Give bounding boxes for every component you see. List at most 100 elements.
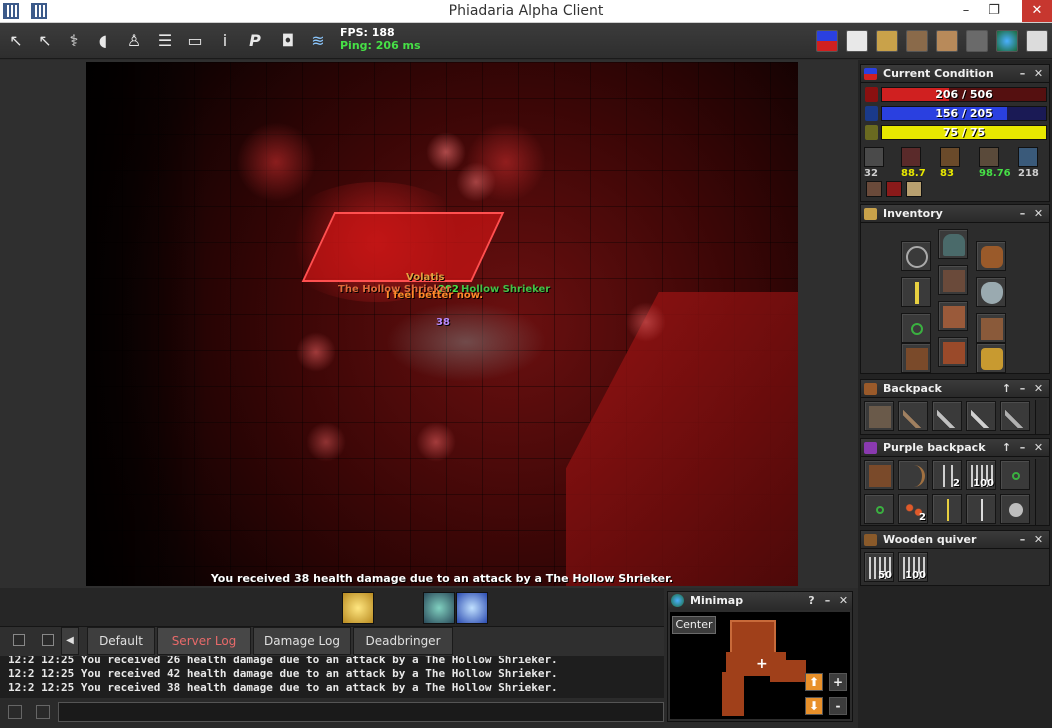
- floor-up-button[interactable]: ⬆: [805, 673, 823, 691]
- close-panel-button[interactable]: ✕: [1032, 382, 1045, 395]
- purple-slot-6[interactable]: [864, 494, 894, 524]
- inventory-header[interactable]: Inventory – ✕: [861, 205, 1049, 223]
- close-panel-button[interactable]: ✕: [1032, 67, 1045, 80]
- gloves-slot[interactable]: [976, 313, 1006, 343]
- ammo-slot[interactable]: [976, 343, 1006, 373]
- close-panel-button[interactable]: ✕: [1032, 207, 1045, 220]
- options-icon[interactable]: [966, 30, 988, 52]
- minimize-panel-button[interactable]: –: [821, 594, 834, 607]
- purple-slot-2[interactable]: [898, 460, 928, 490]
- world-icon[interactable]: [996, 30, 1018, 52]
- minimize-panel-button[interactable]: –: [1016, 441, 1029, 454]
- creature-sprite[interactable]: [416, 422, 456, 462]
- bag-slot[interactable]: [901, 343, 931, 373]
- spell-slot-3[interactable]: [456, 592, 488, 624]
- character-icon[interactable]: ♙: [124, 31, 144, 51]
- close-button[interactable]: ✕: [1022, 0, 1052, 22]
- arrow-cursor-alt-icon[interactable]: ↖: [35, 31, 55, 51]
- backpack-slot-4[interactable]: [966, 401, 996, 431]
- tab-default[interactable]: Default: [87, 627, 155, 655]
- creature-sprite[interactable]: [306, 422, 346, 462]
- parent-container-button[interactable]: ↑: [1000, 441, 1013, 454]
- ring-slot[interactable]: [901, 313, 931, 343]
- maximize-button[interactable]: ❐: [980, 0, 1008, 22]
- parent-container-button[interactable]: ↑: [1000, 382, 1013, 395]
- purple-backpack-scrollbar[interactable]: [1035, 459, 1047, 525]
- helmet-slot[interactable]: [938, 229, 968, 259]
- backpack-slot-3[interactable]: [932, 401, 962, 431]
- chat-volume-icon[interactable]: [8, 705, 22, 719]
- arrow-cursor-icon[interactable]: ↖: [6, 31, 26, 51]
- hollow-shrieker-creature[interactable]: [386, 302, 546, 382]
- purple-slot-3[interactable]: 2: [932, 460, 962, 490]
- tab-damage-log[interactable]: Damage Log: [253, 627, 351, 655]
- scroll-icon[interactable]: ≋: [308, 31, 328, 51]
- tab-deadbringer[interactable]: Deadbringer: [353, 627, 453, 655]
- quiver-slot-2[interactable]: 100: [898, 552, 928, 582]
- purple-slot-8[interactable]: [932, 494, 962, 524]
- minimize-panel-button[interactable]: –: [1016, 207, 1029, 220]
- chat-toggle-checkbox[interactable]: [13, 634, 25, 646]
- shield-slot[interactable]: [976, 277, 1006, 307]
- floor-down-button[interactable]: ⬇: [805, 697, 823, 715]
- purple-slot-7[interactable]: 2: [898, 494, 928, 524]
- minimize-button[interactable]: –: [952, 0, 980, 22]
- minimap-header[interactable]: Minimap ? – ✕: [668, 592, 852, 610]
- amulet-slot[interactable]: [901, 241, 931, 271]
- tab-server-log[interactable]: Server Log: [157, 627, 251, 655]
- chat-prev-tab-button[interactable]: ◀: [61, 627, 79, 655]
- purple-slot-9[interactable]: [966, 494, 996, 524]
- backpack-slot-2[interactable]: [898, 401, 928, 431]
- zoom-out-button[interactable]: -: [829, 697, 847, 715]
- close-panel-button[interactable]: ✕: [1032, 441, 1045, 454]
- purple-slot-10[interactable]: [1000, 494, 1030, 524]
- document-icon[interactable]: [846, 30, 868, 52]
- chat-channel-icon[interactable]: [36, 705, 50, 719]
- close-panel-button[interactable]: ✕: [1032, 533, 1045, 546]
- list-icon[interactable]: ☰: [155, 31, 175, 51]
- spell-slot-2[interactable]: [423, 592, 455, 624]
- battle-icon[interactable]: [906, 30, 928, 52]
- purple-backpack-header[interactable]: Purple backpack ↑ – ✕: [861, 439, 1049, 457]
- condition-header[interactable]: Current Condition – ✕: [861, 65, 1049, 83]
- minimap-help-button[interactable]: ?: [805, 594, 818, 607]
- blood-buff-icon: [886, 181, 902, 197]
- creature-sprite[interactable]: [626, 302, 666, 342]
- purple-slot-4[interactable]: 100: [966, 460, 996, 490]
- quiver-header[interactable]: Wooden quiver – ✕: [861, 531, 1049, 549]
- chat-lock-checkbox[interactable]: [42, 634, 54, 646]
- spell-slot-1[interactable]: [342, 592, 374, 624]
- chat-input[interactable]: [58, 702, 664, 722]
- creature-sprite[interactable]: [456, 162, 496, 202]
- minimap-center-button[interactable]: Center: [672, 616, 716, 634]
- game-viewport[interactable]: Volatis 202 The Hollow Shrieker Hollow S…: [86, 62, 798, 586]
- boots-slot[interactable]: [938, 337, 968, 367]
- armor-slot[interactable]: [938, 265, 968, 295]
- logout-icon[interactable]: [1026, 30, 1048, 52]
- weapon-slot[interactable]: [901, 277, 931, 307]
- minimize-panel-button[interactable]: –: [1016, 382, 1029, 395]
- minimize-panel-button[interactable]: –: [1016, 533, 1029, 546]
- purple-slot-5[interactable]: [1000, 460, 1030, 490]
- wand-icon[interactable]: ⚕: [64, 31, 84, 51]
- backpack-slot-5[interactable]: [1000, 401, 1030, 431]
- backpack-slot-1[interactable]: [864, 401, 894, 431]
- screenshot-icon[interactable]: ◘: [278, 31, 298, 51]
- backpack-scrollbar[interactable]: [1035, 400, 1047, 434]
- health-mana-icon[interactable]: [816, 30, 838, 52]
- creature-sprite[interactable]: [296, 332, 336, 372]
- minimize-panel-button[interactable]: –: [1016, 67, 1029, 80]
- window-icon[interactable]: ▭: [185, 31, 205, 51]
- backpack-slot[interactable]: [976, 241, 1006, 271]
- zoom-in-button[interactable]: +: [829, 673, 847, 691]
- quiver-slot-1[interactable]: 50: [864, 552, 894, 582]
- quest-log-icon[interactable]: [876, 30, 898, 52]
- close-panel-button[interactable]: ✕: [837, 594, 850, 607]
- premium-icon[interactable]: P: [245, 31, 265, 51]
- speaker-icon[interactable]: ◖: [93, 31, 113, 51]
- party-icon[interactable]: [936, 30, 958, 52]
- backpack-header[interactable]: Backpack ↑ – ✕: [861, 380, 1049, 398]
- info-icon[interactable]: i: [215, 31, 235, 51]
- purple-slot-1[interactable]: [864, 460, 894, 490]
- legs-slot[interactable]: [938, 301, 968, 331]
